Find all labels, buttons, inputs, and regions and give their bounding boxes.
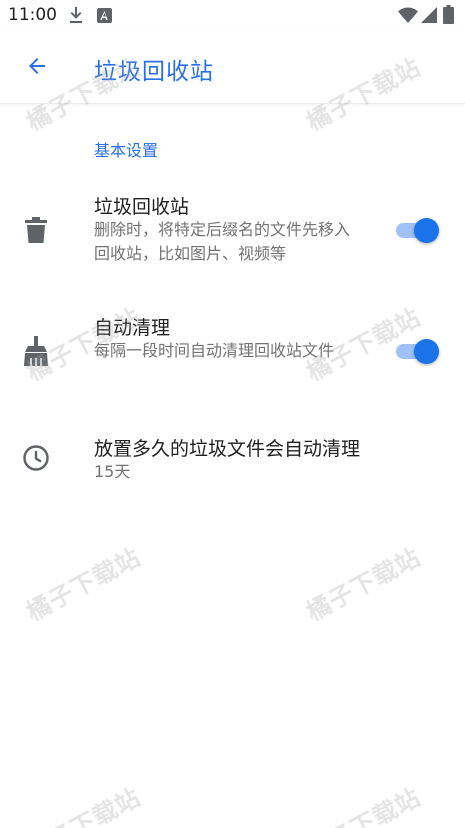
page-title: 垃圾回收站 (94, 59, 214, 85)
setting-retention-time[interactable]: 放置多久的垃圾文件会自动清理 15天 (0, 424, 465, 494)
switch-thumb (414, 339, 439, 364)
section-header: 基本设置 (94, 141, 159, 160)
back-button[interactable] (18, 49, 56, 87)
setting-value: 15天 (94, 462, 131, 481)
status-bar: 11:00 (0, 0, 465, 32)
switch-thumb (414, 218, 439, 243)
arrow-back-icon (25, 54, 49, 82)
setting-auto-clean[interactable]: 自动清理 每隔一段时间自动清理回收站文件 (0, 303, 465, 403)
watermark: 橘子下载站 (301, 543, 426, 627)
watermark: 橘子下载站 (301, 783, 426, 828)
setting-title: 自动清理 (94, 317, 171, 339)
download-icon (68, 6, 84, 28)
trash-icon (20, 214, 52, 246)
recycle-bin-toggle[interactable] (392, 215, 442, 245)
setting-summary: 删除时，将特定后缀名的文件先移入回收站，比如图片、视频等 (94, 220, 351, 263)
setting-summary: 每隔一段时间自动清理回收站文件 (94, 341, 335, 360)
watermark: 橘子下载站 (21, 783, 146, 828)
app-bar: 垃圾回收站 (0, 32, 465, 104)
battery-icon (443, 5, 454, 28)
clock-icon (20, 442, 52, 474)
broom-icon (20, 335, 52, 367)
watermark: 橘子下载站 (21, 543, 146, 627)
cell-signal-icon (421, 7, 437, 27)
auto-clean-toggle[interactable] (392, 336, 442, 366)
setting-title: 垃圾回收站 (94, 196, 190, 218)
status-time: 11:00 (8, 5, 57, 25)
setting-recycle-bin[interactable]: 垃圾回收站 删除时，将特定后缀名的文件先移入回收站，比如图片、视频等 (0, 182, 465, 282)
a-notification-icon (97, 8, 112, 27)
wifi-icon (398, 7, 418, 27)
setting-title: 放置多久的垃圾文件会自动清理 (94, 438, 361, 460)
